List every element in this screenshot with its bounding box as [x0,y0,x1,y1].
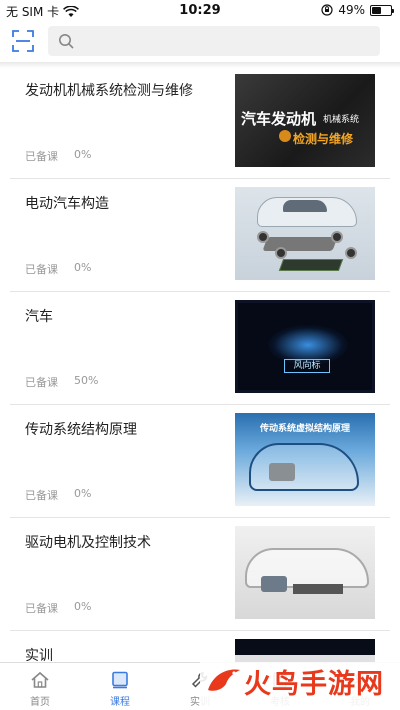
course-meta: 已备课 0% [25,148,91,164]
battery-percent: 49% [338,3,365,17]
course-progress: 0% [74,261,92,274]
gear-icon [279,130,291,142]
course-item[interactable]: 汽车 已备课 50% 风向标 [10,292,390,405]
course-title: 实训 [25,648,53,662]
battery-pack [278,259,344,271]
course-thumbnail [235,526,375,619]
thumb-caption: 汽车发动机 [241,110,317,128]
search-input[interactable] [80,30,370,52]
course-title: 驱动电机及控制技术 [25,535,151,551]
course-item[interactable]: 驱动电机及控制技术 已备课 0% [10,518,390,631]
course-thumbnail: 风向标 [235,300,375,393]
tab-label: 课程 [110,697,130,708]
course-progress: 0% [74,148,92,161]
thumb-caption: 检测与维修 [293,132,354,146]
course-thumbnail: 传动系统虚拟结构原理 [235,413,375,506]
course-status: 已备课 [25,602,58,615]
course-item[interactable]: 传动系统结构原理 已备课 0% 传动系统虚拟结构原理 [10,405,390,518]
car-chassis [262,237,338,251]
course-status: 已备课 [25,376,58,389]
course-status: 已备课 [25,263,58,276]
scan-icon[interactable] [10,28,36,54]
course-thumbnail [235,187,375,280]
drivetrain-illustration [269,463,295,481]
course-list: 发动机机械系统检测与维修 已备课 0% 汽车发动机 机械系统 检测与维修 电动汽… [0,66,400,662]
orientation-lock-icon [321,4,333,16]
thumb-caption: 机械系统 [323,115,360,125]
status-bar: 无 SIM 卡 10:29 49% [0,0,400,22]
battery-pack [293,584,343,594]
course-progress: 0% [74,600,92,613]
home-icon [31,671,49,688]
course-item[interactable]: 电动汽车构造 已备课 0% [10,179,390,292]
wheel [345,247,357,259]
wheel [275,247,287,259]
wheel [257,231,269,243]
motor-illustration [261,576,287,592]
battery-info: 49% [321,3,394,17]
tab-label: 首页 [30,697,50,708]
car-window [283,200,327,212]
book-icon [112,671,128,689]
course-status: 已备课 [25,489,58,502]
course-thumbnail: 汽车发动机 机械系统 检测与维修 [235,74,375,167]
search-header [0,22,400,62]
car-illustration [249,443,359,491]
thumb-caption: 传动系统虚拟结构原理 [259,424,350,434]
course-meta: 已备课 50% [25,374,98,390]
watermark-text: 火鸟手游网 [244,669,384,700]
battery-icon [370,4,394,16]
course-status: 已备课 [25,150,58,163]
course-meta: 已备课 0% [25,487,91,503]
course-title: 传动系统结构原理 [25,422,137,438]
course-title: 发动机机械系统检测与维修 [25,83,193,99]
thumb-caption: 风向标 [284,359,330,373]
course-meta: 已备课 0% [25,600,91,616]
battery-level [372,6,381,14]
search-icon [59,34,74,49]
bird-logo-icon [208,669,240,691]
course-title: 汽车 [25,309,53,325]
course-progress: 0% [74,487,92,500]
tab-courses[interactable]: 课程 [80,663,160,710]
course-meta: 已备课 0% [25,261,91,277]
course-progress: 50% [74,374,99,387]
tab-home[interactable]: 首页 [0,663,80,710]
wheel [331,231,343,243]
course-item[interactable]: 发动机机械系统检测与维修 已备课 0% 汽车发动机 机械系统 检测与维修 [10,66,390,179]
course-title: 电动汽车构造 [25,196,109,212]
